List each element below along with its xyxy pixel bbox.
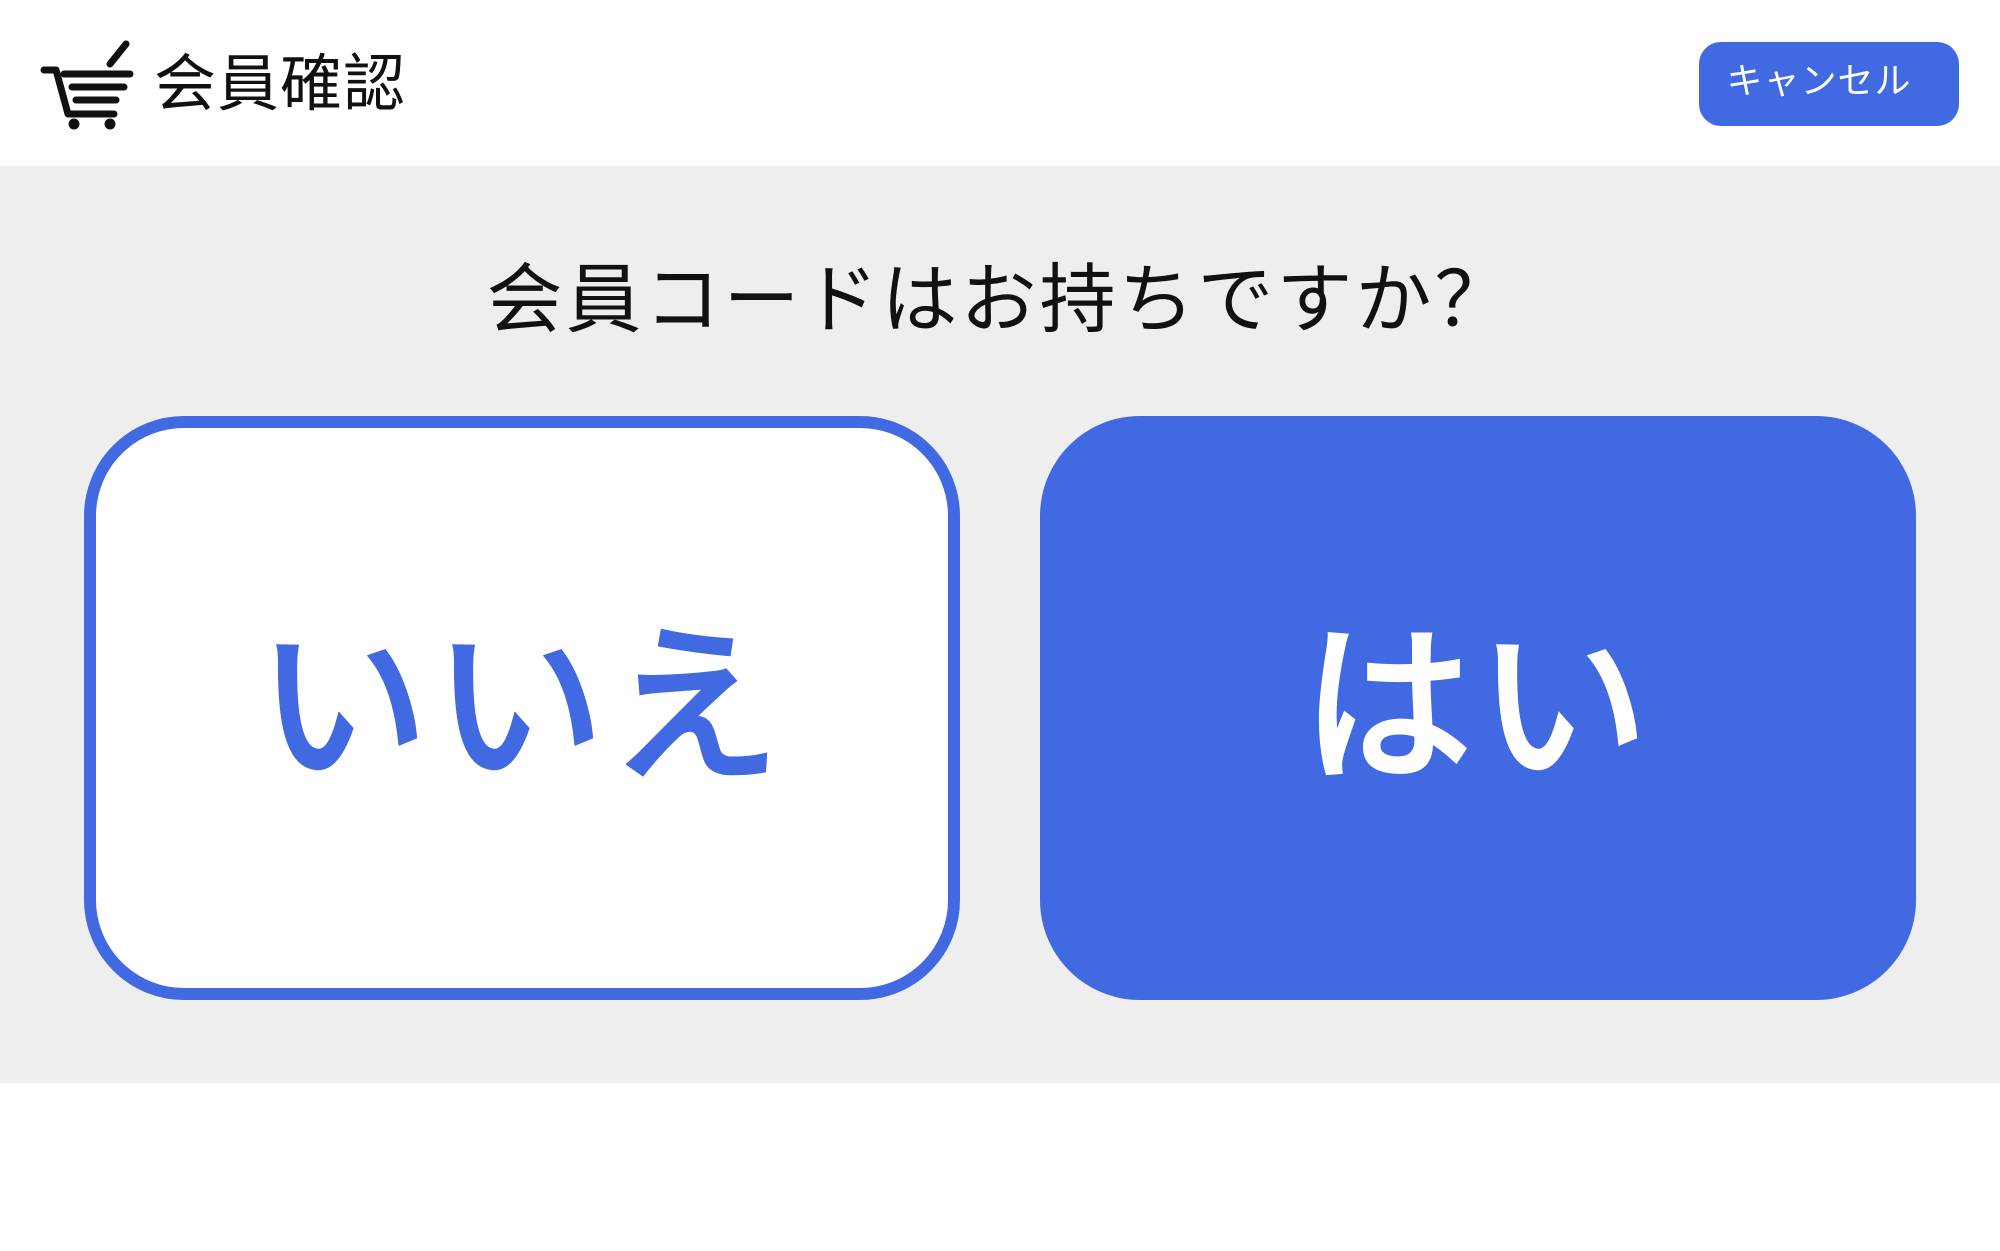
shopping-cart-icon: [40, 40, 134, 130]
yes-button[interactable]: はい: [1040, 416, 1916, 1000]
main-panel: 会員コードはお持ちですか？ いいえ はい: [0, 166, 2000, 1083]
cancel-button[interactable]: キャンセル: [1699, 42, 1959, 126]
no-button[interactable]: いいえ: [84, 416, 960, 1000]
header: 会員確認 キャンセル: [0, 0, 2000, 166]
yes-button-label: はい: [1301, 609, 1654, 807]
no-button-label: いいえ: [257, 609, 786, 807]
page-title: 会員確認: [154, 47, 407, 120]
question-text: 会員コードはお持ちですか？: [486, 255, 1514, 344]
